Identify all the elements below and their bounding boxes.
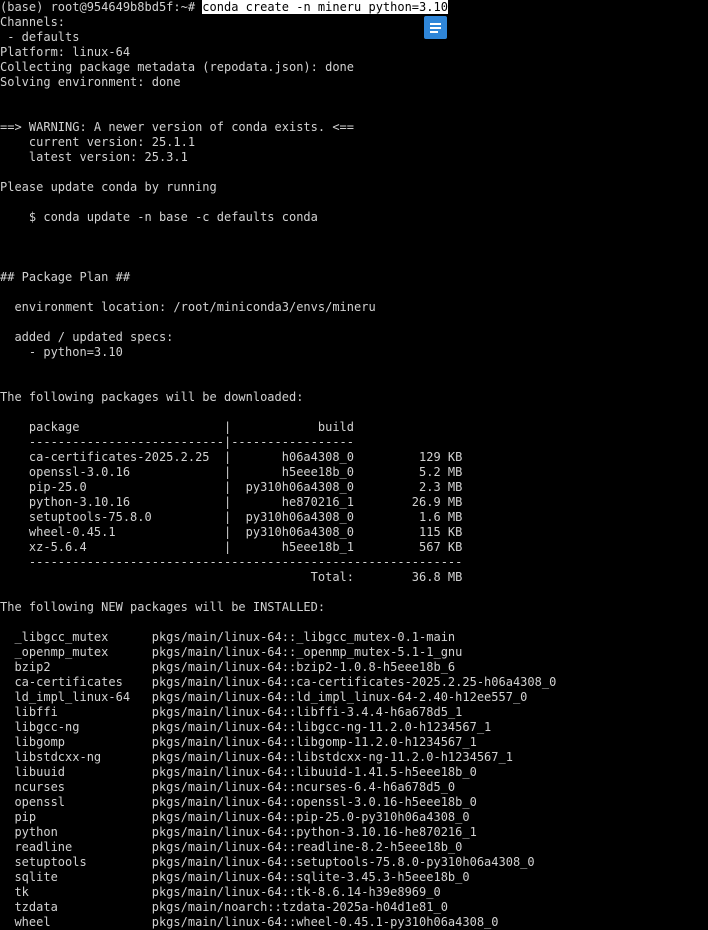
output-line: setuptools pkgs/main/linux-64::setuptool… xyxy=(0,855,535,869)
output-line: sqlite pkgs/main/linux-64::sqlite-3.45.3… xyxy=(0,870,470,884)
output-line: environment location: /root/miniconda3/e… xyxy=(0,300,376,314)
output-line: - defaults xyxy=(0,30,80,44)
output-line: libffi pkgs/main/linux-64::libffi-3.4.4-… xyxy=(0,705,463,719)
output-line: The following packages will be downloade… xyxy=(0,390,304,404)
output-line: tk pkgs/main/linux-64::tk-8.6.14-h39e896… xyxy=(0,885,441,899)
output-line: Collecting package metadata (repodata.js… xyxy=(0,60,355,74)
output-line: package | build xyxy=(0,420,355,434)
output-line: current version: 25.1.1 xyxy=(0,135,196,149)
output-line: libgcc-ng pkgs/main/linux-64::libgcc-ng-… xyxy=(0,720,492,734)
output-line: libstdcxx-ng pkgs/main/linux-64::libstdc… xyxy=(0,750,513,764)
output-line: ld_impl_linux-64 pkgs/main/linux-64::ld_… xyxy=(0,690,528,704)
command-text[interactable]: conda create -n mineru python=3.10 xyxy=(202,0,448,14)
output-line: $ conda update -n base -c defaults conda xyxy=(0,210,318,224)
output-line: Platform: linux-64 xyxy=(0,45,131,59)
output-line: ca-certificates-2025.2.25 | h06a4308_0 1… xyxy=(0,450,463,464)
output-line: ---------------------------|------------… xyxy=(0,435,355,449)
output-line: openssl pkgs/main/linux-64::openssl-3.0.… xyxy=(0,795,477,809)
output-line: Solving environment: done xyxy=(0,75,181,89)
output-line: ----------------------------------------… xyxy=(0,555,463,569)
output-line: libgomp pkgs/main/linux-64::libgomp-11.2… xyxy=(0,735,477,749)
output-line: ## Package Plan ## xyxy=(0,270,131,284)
output-line: pip-25.0 | py310h06a4308_0 2.3 MB xyxy=(0,480,463,494)
output-line: tzdata pkgs/main/noarch::tzdata-2025a-h0… xyxy=(0,900,448,914)
output-line: pip pkgs/main/linux-64::pip-25.0-py310h0… xyxy=(0,810,470,824)
output-line: libuuid pkgs/main/linux-64::libuuid-1.41… xyxy=(0,765,477,779)
output-line: wheel-0.45.1 | py310h06a4308_0 115 KB xyxy=(0,525,463,539)
output-line: ca-certificates pkgs/main/linux-64::ca-c… xyxy=(0,675,557,689)
output-line: ==> WARNING: A newer version of conda ex… xyxy=(0,120,355,134)
terminal-window[interactable]: (base) root@954649b8bd5f:~# conda create… xyxy=(0,0,708,930)
output-line: Total: 36.8 MB xyxy=(0,570,463,584)
output-line: python pkgs/main/linux-64::python-3.10.1… xyxy=(0,825,477,839)
output-line: ncurses pkgs/main/linux-64::ncurses-6.4-… xyxy=(0,780,456,794)
output-line: - python=3.10 xyxy=(0,345,123,359)
output-line: xz-5.6.4 | h5eee18b_1 567 KB xyxy=(0,540,463,554)
output-line: latest version: 25.3.1 xyxy=(0,150,188,164)
output-line: openssl-3.0.16 | h5eee18b_0 5.2 MB xyxy=(0,465,463,479)
output-line: _libgcc_mutex pkgs/main/linux-64::_libgc… xyxy=(0,630,456,644)
output-line: added / updated specs: xyxy=(0,330,174,344)
output-line: bzip2 pkgs/main/linux-64::bzip2-1.0.8-h5… xyxy=(0,660,456,674)
prompt-line: (base) root@954649b8bd5f:~# conda create… xyxy=(0,0,448,15)
output-line: Please update conda by running xyxy=(0,180,217,194)
shell-prompt: (base) root@954649b8bd5f:~# xyxy=(0,0,203,14)
output-line: readline pkgs/main/linux-64::readline-8.… xyxy=(0,840,463,854)
output-line: Channels: xyxy=(0,15,66,29)
output-line: setuptools-75.8.0 | py310h06a4308_0 1.6 … xyxy=(0,510,463,524)
output-line: wheel pkgs/main/linux-64::wheel-0.45.1-p… xyxy=(0,915,499,929)
output-line: The following NEW packages will be INSTA… xyxy=(0,600,326,614)
output-line: _openmp_mutex pkgs/main/linux-64::_openm… xyxy=(0,645,463,659)
output-line: python-3.10.16 | he870216_1 26.9 MB xyxy=(0,495,463,509)
menu-lines-icon[interactable] xyxy=(424,16,447,39)
